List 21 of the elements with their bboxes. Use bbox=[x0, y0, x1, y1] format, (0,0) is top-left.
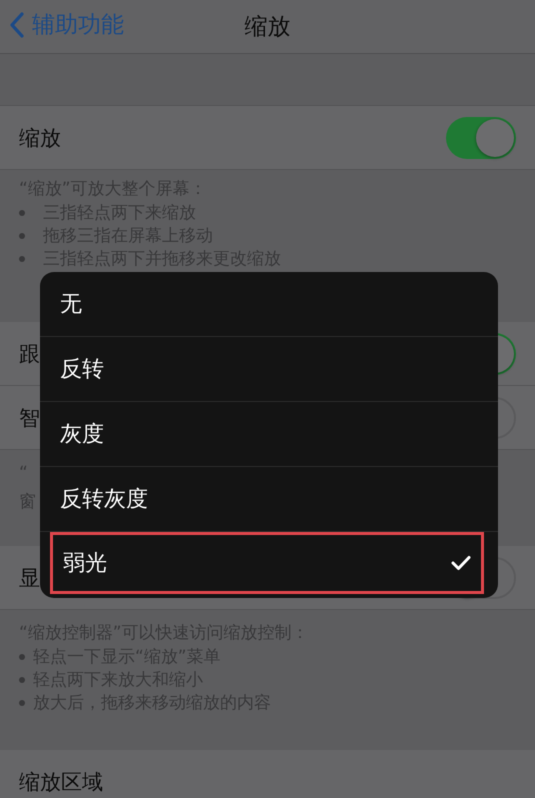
menu-item[interactable]: 反转灰度 bbox=[40, 467, 498, 532]
footer-text: “ bbox=[19, 462, 28, 485]
bullet-icon bbox=[19, 676, 25, 682]
bullet-icon bbox=[19, 256, 25, 262]
checkmark-icon bbox=[451, 555, 471, 571]
bullet-icon bbox=[19, 210, 25, 216]
bullet-icon bbox=[19, 654, 25, 660]
row-label: 缩放 bbox=[19, 124, 61, 152]
row-label: 缩放区域 bbox=[19, 768, 103, 796]
row-label: 显 bbox=[19, 564, 40, 592]
toggle-switch[interactable] bbox=[446, 116, 516, 158]
row-label: 智 bbox=[19, 404, 40, 432]
menu-item[interactable]: 弱光 bbox=[50, 532, 484, 594]
menu-item[interactable]: 反转 bbox=[40, 337, 498, 402]
screen-title: 缩放 bbox=[244, 13, 290, 42]
menu-item[interactable]: 灰度 bbox=[40, 402, 498, 467]
bullet-icon bbox=[19, 700, 25, 706]
bullet-icon bbox=[19, 232, 25, 238]
menu-item[interactable]: 无 bbox=[40, 272, 498, 337]
back-icon bbox=[10, 12, 24, 38]
row-label: 跟 bbox=[19, 340, 40, 368]
